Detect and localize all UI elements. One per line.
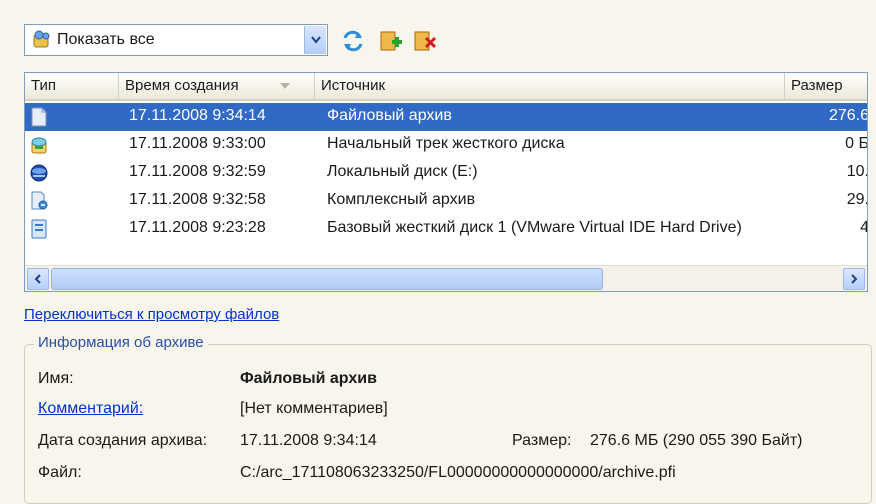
column-header-time-label: Время создания (125, 77, 239, 94)
scrollbar-thumb[interactable] (51, 268, 603, 290)
switch-to-files-link[interactable]: Переключиться к просмотру файлов (24, 306, 279, 323)
comment-value: [Нет комментариев] (240, 400, 388, 417)
table-row[interactable]: 17.11.2008 9:32:59 Локальный диск (E:) 1… (25, 159, 867, 187)
row-source: Начальный трек жесткого диска (327, 135, 565, 152)
column-header-type[interactable]: Тип (25, 73, 119, 99)
row-source: Локальный диск (E:) (327, 163, 478, 180)
size-label: Размер: (512, 432, 572, 449)
remove-icon[interactable] (412, 28, 438, 54)
toolbar: Показать все (24, 24, 624, 60)
archive-info-title: Информация об архиве (34, 334, 208, 351)
row-time: 17.11.2008 9:34:14 (129, 107, 266, 124)
row-source: Файловый архив (327, 107, 452, 124)
sort-down-icon (280, 83, 290, 89)
file-path-value: C:/arc_171108063233250/FL000000000000000… (240, 464, 676, 481)
chevron-right-icon (851, 274, 858, 284)
horizontal-scrollbar[interactable] (25, 265, 867, 291)
column-header-source[interactable]: Источник (315, 73, 785, 99)
row-time: 17.11.2008 9:32:59 (129, 163, 266, 180)
list-header: Тип Время создания Источник Размер (25, 73, 867, 101)
row-time: 17.11.2008 9:32:58 (129, 191, 266, 208)
date-label: Дата создания архива: (38, 432, 208, 449)
disk-icon (30, 164, 48, 182)
row-size: 10. (846, 163, 868, 180)
table-row[interactable]: 17.11.2008 9:34:14 Файловый архив 276.6 (25, 103, 867, 131)
track-icon (31, 137, 47, 154)
row-source: Базовый жесткий диск 1 (VMware Virtual I… (327, 219, 742, 236)
archive-list: Тип Время создания Источник Размер 17.11… (24, 72, 868, 292)
scroll-right-button[interactable] (843, 268, 865, 290)
table-row[interactable]: 17.11.2008 9:33:00 Начальный трек жестко… (25, 131, 867, 159)
table-row[interactable]: 17.11.2008 9:23:28 Базовый жесткий диск … (25, 215, 867, 243)
row-size: 0 Б (845, 135, 868, 152)
date-value: 17.11.2008 9:34:14 (240, 432, 377, 449)
hard-disk-icon (31, 219, 47, 239)
table-row[interactable]: 17.11.2008 9:32:58 Комплексный архив 29. (25, 187, 867, 215)
complex-archive-icon (31, 191, 48, 210)
column-header-time[interactable]: Время создания (119, 73, 315, 99)
row-size: 4 (860, 219, 867, 237)
row-time: 17.11.2008 9:33:00 (129, 135, 266, 152)
name-label: Имя: (38, 370, 74, 387)
row-size: 29. (846, 191, 868, 208)
row-source: Комплексный архив (327, 191, 476, 208)
file-label: Файл: (38, 464, 82, 481)
scroll-left-button[interactable] (27, 268, 49, 290)
refresh-icon[interactable] (340, 28, 366, 54)
row-time: 17.11.2008 9:23:28 (129, 219, 266, 236)
add-icon[interactable] (378, 28, 404, 54)
file-archive-icon (31, 107, 47, 127)
comment-link[interactable]: Комментарий: (38, 400, 143, 418)
filter-dropdown[interactable]: Показать все (24, 24, 328, 56)
column-header-size[interactable]: Размер (785, 73, 867, 99)
filter-dropdown-value: Показать все (57, 31, 155, 48)
filter-icon (33, 30, 50, 48)
name-value: Файловый архив (240, 370, 377, 387)
chevron-left-icon (34, 274, 41, 284)
size-value: 276.6 МБ (290 055 390 Байт) (590, 432, 803, 449)
chevron-down-icon[interactable] (304, 26, 326, 54)
row-size: 276.6 (828, 107, 868, 124)
